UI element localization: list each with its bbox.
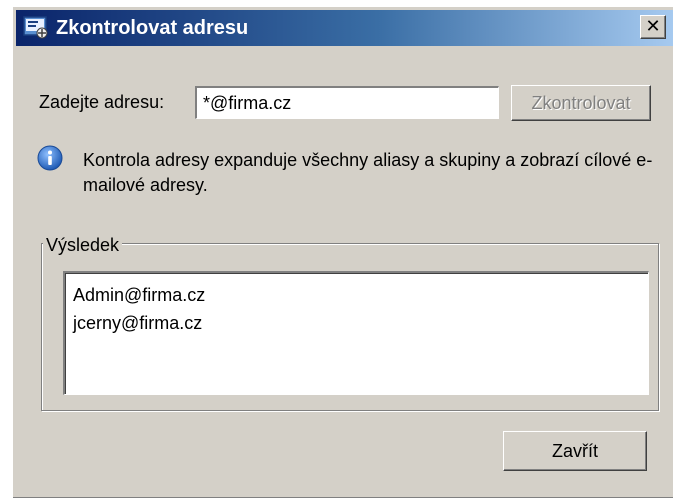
address-book-icon	[23, 16, 48, 39]
address-label: Zadejte adresu:	[39, 92, 165, 112]
close-icon[interactable]: ✕	[640, 15, 666, 39]
result-group-label: Výsledek	[43, 235, 123, 256]
window-title: Zkontrolovat adresu	[56, 17, 249, 39]
close-button[interactable]: Zavřít	[503, 431, 647, 471]
check-button[interactable]: Zkontrolovat	[511, 85, 651, 121]
title-bar[interactable]: Zkontrolovat adresu ✕	[16, 10, 673, 46]
info-icon	[37, 145, 63, 171]
result-item[interactable]: Admin@firma.cz	[73, 281, 648, 309]
result-item[interactable]: jcerny@firma.cz	[73, 309, 648, 337]
result-list[interactable]: Admin@firma.cz jcerny@firma.cz	[63, 271, 649, 395]
info-message: Kontrola adresy expanduje všechny aliasy…	[83, 150, 653, 195]
address-input[interactable]	[195, 86, 499, 119]
dialog-window: Zkontrolovat adresu ✕ Zadejte adresu: Zk…	[12, 6, 673, 498]
